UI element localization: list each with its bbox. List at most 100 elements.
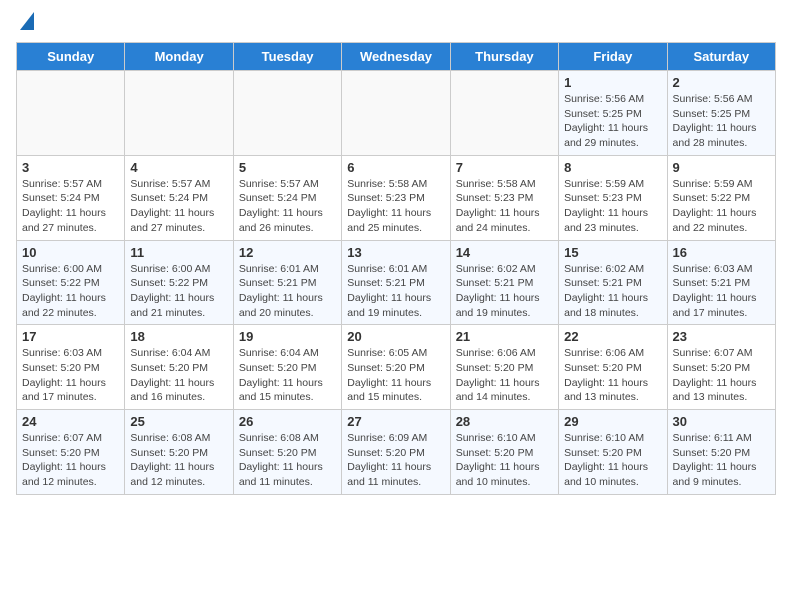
calendar-cell: 20 Sunrise: 6:05 AM Sunset: 5:20 PM Dayli…: [342, 325, 450, 410]
day-number: 5: [239, 160, 336, 175]
calendar-week-row: 24 Sunrise: 6:07 AM Sunset: 5:20 PM Dayli…: [17, 410, 776, 495]
day-number: 18: [130, 329, 227, 344]
weekday-header: Friday: [559, 43, 667, 71]
day-number: 20: [347, 329, 444, 344]
day-number: 2: [673, 75, 770, 90]
day-info: Sunrise: 6:00 AM Sunset: 5:22 PM Dayligh…: [130, 262, 227, 321]
day-info: Sunrise: 6:06 AM Sunset: 5:20 PM Dayligh…: [564, 346, 661, 405]
page-header: [16, 16, 776, 30]
day-info: Sunrise: 6:01 AM Sunset: 5:21 PM Dayligh…: [239, 262, 336, 321]
day-info: Sunrise: 5:56 AM Sunset: 5:25 PM Dayligh…: [673, 92, 770, 151]
day-number: 21: [456, 329, 553, 344]
calendar-week-row: 3 Sunrise: 5:57 AM Sunset: 5:24 PM Daylig…: [17, 155, 776, 240]
calendar-cell: [233, 71, 341, 156]
day-number: 27: [347, 414, 444, 429]
day-number: 14: [456, 245, 553, 260]
calendar-week-row: 17 Sunrise: 6:03 AM Sunset: 5:20 PM Dayli…: [17, 325, 776, 410]
calendar-cell: 16 Sunrise: 6:03 AM Sunset: 5:21 PM Dayli…: [667, 240, 775, 325]
logo-triangle-icon: [20, 12, 34, 30]
day-info: Sunrise: 6:05 AM Sunset: 5:20 PM Dayligh…: [347, 346, 444, 405]
calendar-cell: 18 Sunrise: 6:04 AM Sunset: 5:20 PM Dayli…: [125, 325, 233, 410]
day-number: 10: [22, 245, 119, 260]
day-info: Sunrise: 6:08 AM Sunset: 5:20 PM Dayligh…: [130, 431, 227, 490]
calendar-cell: [17, 71, 125, 156]
calendar-cell: 17 Sunrise: 6:03 AM Sunset: 5:20 PM Dayli…: [17, 325, 125, 410]
calendar-cell: 28 Sunrise: 6:10 AM Sunset: 5:20 PM Dayli…: [450, 410, 558, 495]
day-info: Sunrise: 6:08 AM Sunset: 5:20 PM Dayligh…: [239, 431, 336, 490]
calendar-cell: 12 Sunrise: 6:01 AM Sunset: 5:21 PM Dayli…: [233, 240, 341, 325]
day-info: Sunrise: 6:03 AM Sunset: 5:21 PM Dayligh…: [673, 262, 770, 321]
calendar-cell: 10 Sunrise: 6:00 AM Sunset: 5:22 PM Dayli…: [17, 240, 125, 325]
calendar-cell: 27 Sunrise: 6:09 AM Sunset: 5:20 PM Dayli…: [342, 410, 450, 495]
day-info: Sunrise: 6:00 AM Sunset: 5:22 PM Dayligh…: [22, 262, 119, 321]
day-info: Sunrise: 6:04 AM Sunset: 5:20 PM Dayligh…: [239, 346, 336, 405]
day-info: Sunrise: 6:07 AM Sunset: 5:20 PM Dayligh…: [22, 431, 119, 490]
day-info: Sunrise: 6:10 AM Sunset: 5:20 PM Dayligh…: [456, 431, 553, 490]
day-number: 13: [347, 245, 444, 260]
weekday-header: Wednesday: [342, 43, 450, 71]
calendar-cell: 25Sunrise: 6:08 AM Sunset: 5:20 PM Dayli…: [125, 410, 233, 495]
calendar-cell: 9Sunrise: 5:59 AM Sunset: 5:22 PM Daylig…: [667, 155, 775, 240]
calendar-cell: 3 Sunrise: 5:57 AM Sunset: 5:24 PM Daylig…: [17, 155, 125, 240]
calendar-cell: 8 Sunrise: 5:59 AM Sunset: 5:23 PM Daylig…: [559, 155, 667, 240]
calendar-cell: 14 Sunrise: 6:02 AM Sunset: 5:21 PM Dayli…: [450, 240, 558, 325]
weekday-header: Saturday: [667, 43, 775, 71]
day-info: Sunrise: 5:59 AM Sunset: 5:22 PM Dayligh…: [673, 177, 770, 236]
calendar-cell: [342, 71, 450, 156]
day-number: 15: [564, 245, 661, 260]
weekday-header: Thursday: [450, 43, 558, 71]
calendar-cell: 24 Sunrise: 6:07 AM Sunset: 5:20 PM Dayli…: [17, 410, 125, 495]
day-number: 6: [347, 160, 444, 175]
day-number: 8: [564, 160, 661, 175]
day-info: Sunrise: 5:59 AM Sunset: 5:23 PM Dayligh…: [564, 177, 661, 236]
day-info: Sunrise: 6:09 AM Sunset: 5:20 PM Dayligh…: [347, 431, 444, 490]
day-info: Sunrise: 6:02 AM Sunset: 5:21 PM Dayligh…: [564, 262, 661, 321]
day-number: 16: [673, 245, 770, 260]
calendar-cell: 30 Sunrise: 6:11 AM Sunset: 5:20 PM Dayli…: [667, 410, 775, 495]
day-info: Sunrise: 6:03 AM Sunset: 5:20 PM Dayligh…: [22, 346, 119, 405]
weekday-header: Tuesday: [233, 43, 341, 71]
day-number: 4: [130, 160, 227, 175]
calendar-cell: 7 Sunrise: 5:58 AM Sunset: 5:23 PM Daylig…: [450, 155, 558, 240]
logo-text-block: [16, 16, 34, 30]
day-number: 24: [22, 414, 119, 429]
calendar-cell: 29 Sunrise: 6:10 AM Sunset: 5:20 PM Dayli…: [559, 410, 667, 495]
day-info: Sunrise: 5:58 AM Sunset: 5:23 PM Dayligh…: [456, 177, 553, 236]
day-info: Sunrise: 6:11 AM Sunset: 5:20 PM Dayligh…: [673, 431, 770, 490]
calendar-cell: 1Sunrise: 5:56 AM Sunset: 5:25 PM Daylig…: [559, 71, 667, 156]
calendar-cell: 22 Sunrise: 6:06 AM Sunset: 5:20 PM Dayli…: [559, 325, 667, 410]
day-number: 11: [130, 245, 227, 260]
calendar-cell: 6 Sunrise: 5:58 AM Sunset: 5:23 PM Daylig…: [342, 155, 450, 240]
day-number: 28: [456, 414, 553, 429]
day-info: Sunrise: 5:57 AM Sunset: 5:24 PM Dayligh…: [239, 177, 336, 236]
day-number: 1: [564, 75, 661, 90]
day-info: Sunrise: 6:02 AM Sunset: 5:21 PM Dayligh…: [456, 262, 553, 321]
day-number: 12: [239, 245, 336, 260]
calendar-week-row: 1 Sunrise: 5:56 AM Sunset: 5:25 PM Daylig…: [17, 71, 776, 156]
day-number: 19: [239, 329, 336, 344]
calendar-cell: [125, 71, 233, 156]
day-number: 3: [22, 160, 119, 175]
calendar-cell: 23 Sunrise: 6:07 AM Sunset: 5:20 PM Dayli…: [667, 325, 775, 410]
day-number: 23: [673, 329, 770, 344]
day-info: Sunrise: 6:07 AM Sunset: 5:20 PM Dayligh…: [673, 346, 770, 405]
day-info: Sunrise: 6:10 AM Sunset: 5:20 PM Dayligh…: [564, 431, 661, 490]
calendar-cell: 2 Sunrise: 5:56 AM Sunset: 5:25 PM Daylig…: [667, 71, 775, 156]
day-number: 7: [456, 160, 553, 175]
calendar-header-row: SundayMondayTuesdayWednesdayThursdayFrid…: [17, 43, 776, 71]
calendar-cell: 11 Sunrise: 6:00 AM Sunset: 5:22 PM Dayli…: [125, 240, 233, 325]
day-info: Sunrise: 6:04 AM Sunset: 5:20 PM Dayligh…: [130, 346, 227, 405]
day-number: 29: [564, 414, 661, 429]
day-info: Sunrise: 5:57 AM Sunset: 5:24 PM Dayligh…: [22, 177, 119, 236]
calendar-cell: 21Sunrise: 6:06 AM Sunset: 5:20 PM Dayli…: [450, 325, 558, 410]
weekday-header: Monday: [125, 43, 233, 71]
calendar-table: SundayMondayTuesdayWednesdayThursdayFrid…: [16, 42, 776, 495]
logo: [16, 16, 34, 30]
day-number: 30: [673, 414, 770, 429]
calendar-cell: 4 Sunrise: 5:57 AM Sunset: 5:24 PM Daylig…: [125, 155, 233, 240]
day-number: 22: [564, 329, 661, 344]
day-number: 17: [22, 329, 119, 344]
day-info: Sunrise: 5:57 AM Sunset: 5:24 PM Dayligh…: [130, 177, 227, 236]
calendar-cell: 13Sunrise: 6:01 AM Sunset: 5:21 PM Dayli…: [342, 240, 450, 325]
day-info: Sunrise: 5:58 AM Sunset: 5:23 PM Dayligh…: [347, 177, 444, 236]
